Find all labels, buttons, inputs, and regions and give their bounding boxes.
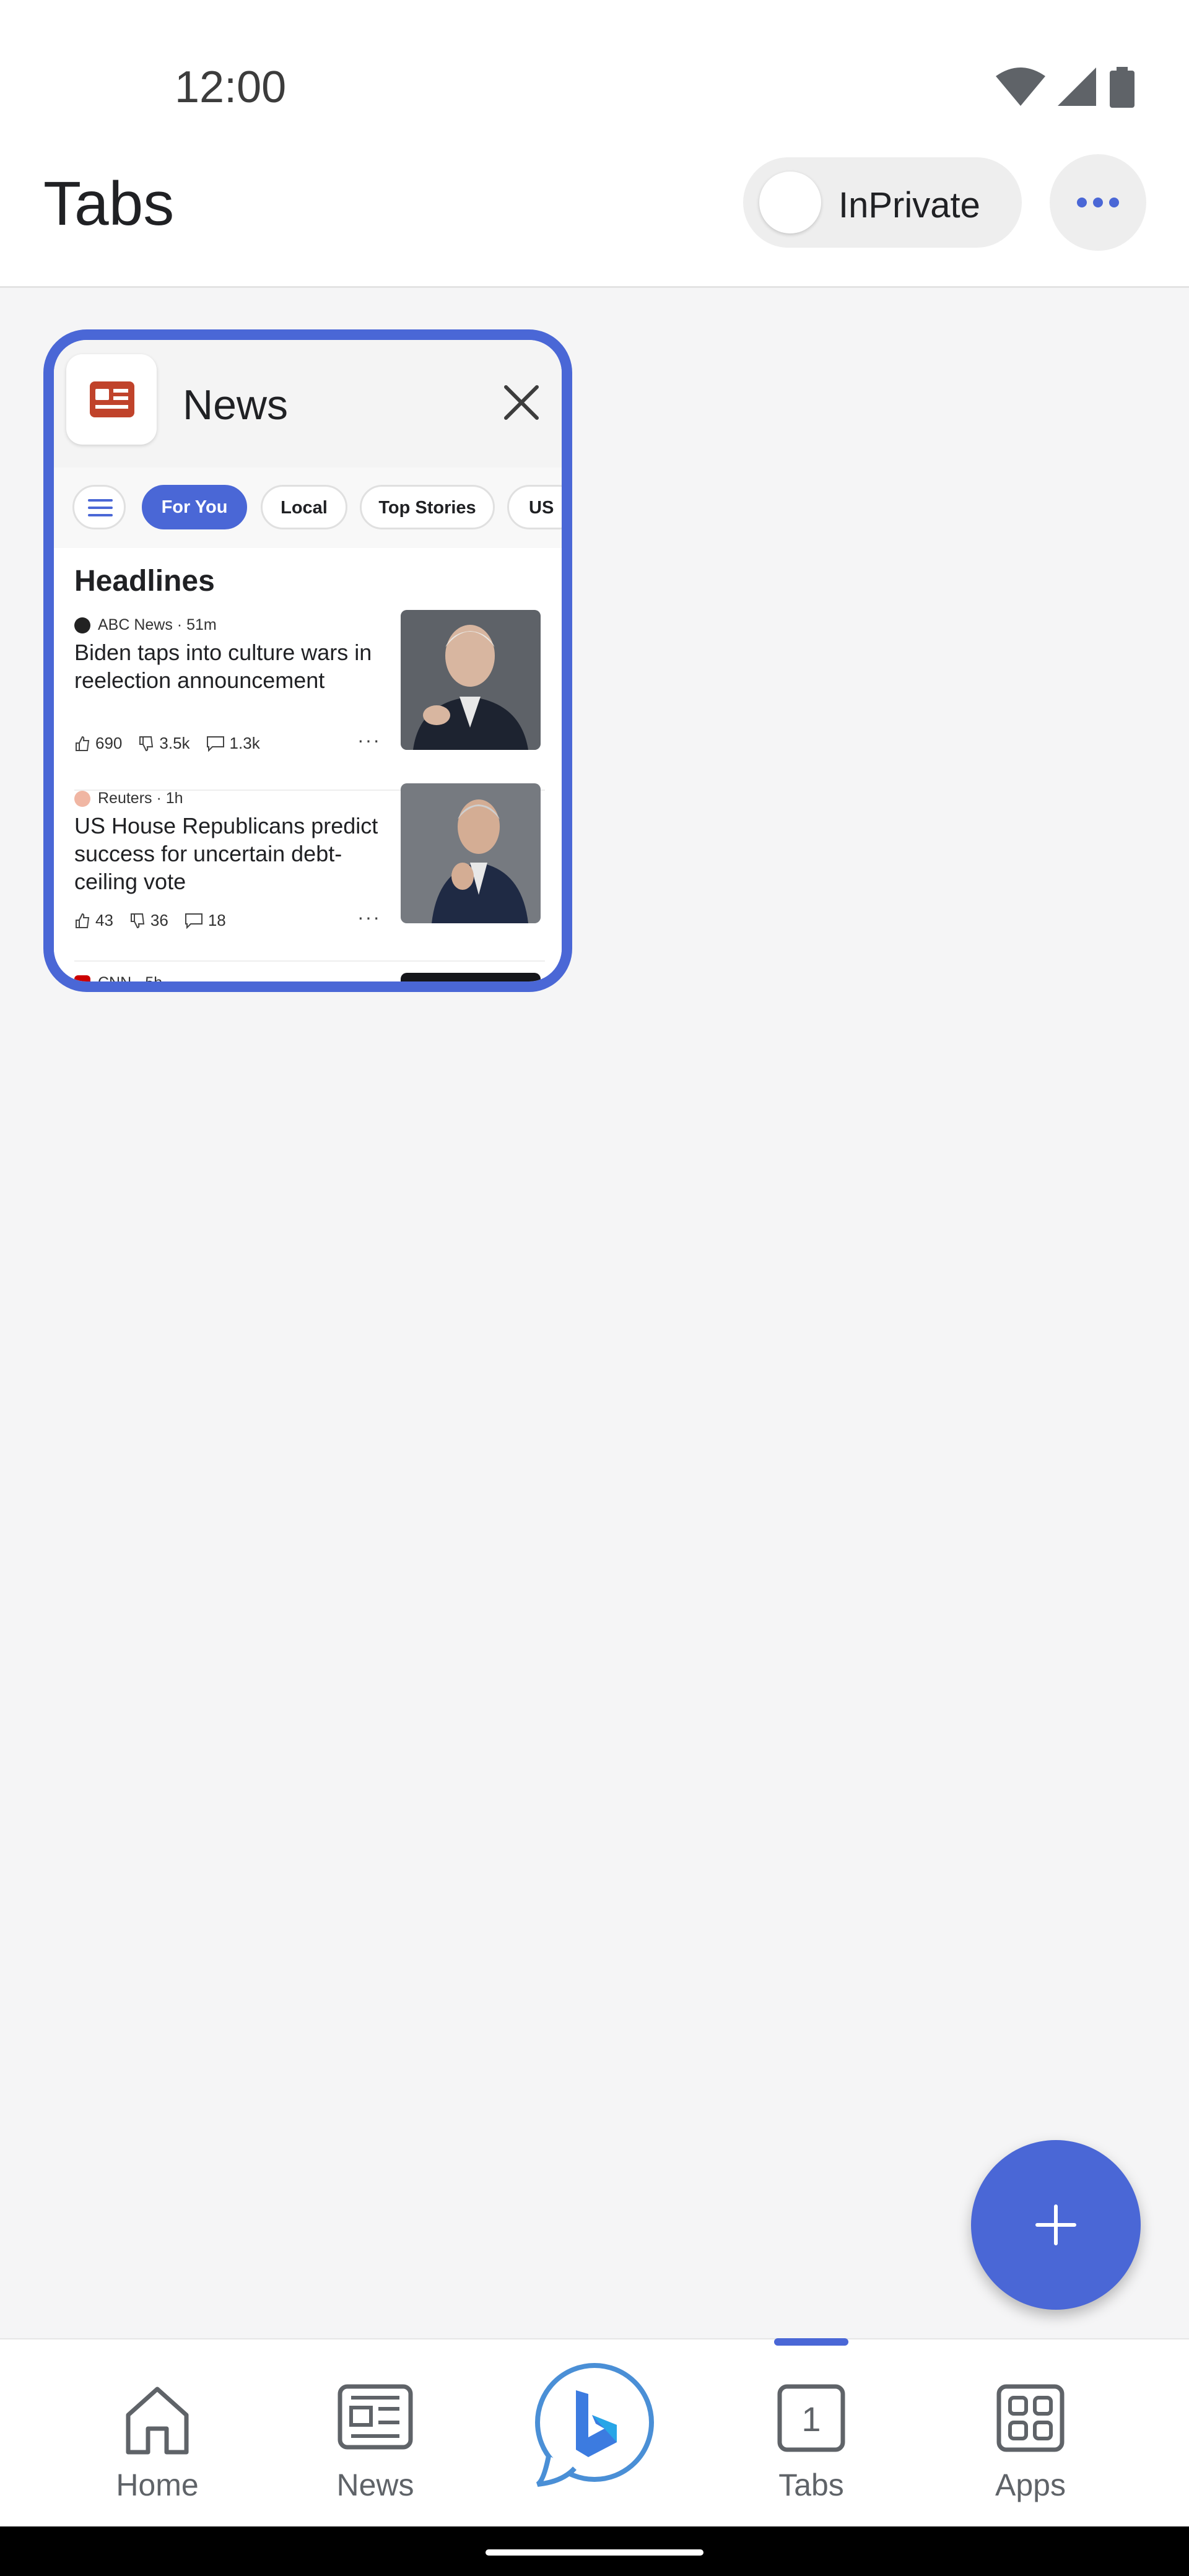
comment-icon (206, 736, 224, 752)
signal-icon (1058, 67, 1096, 106)
active-tab-indicator (774, 2338, 848, 2346)
news-icon (338, 2384, 413, 2450)
news-feed: Headlines ABC News · 51m Biden taps into… (54, 548, 562, 991)
story-source-text: CNN · 5h (98, 974, 163, 991)
close-icon[interactable] (500, 381, 543, 424)
news-story[interactable]: ABC News · 51m Biden taps into culture w… (54, 610, 562, 790)
like-value: 43 (95, 911, 113, 929)
status-icons (996, 67, 1135, 108)
dislike-value: 36 (150, 911, 168, 929)
story-thumbnail (401, 973, 541, 981)
story-reactions: 43 36 18 (74, 911, 226, 930)
inprivate-toggle[interactable]: InPrivate (743, 157, 1022, 248)
story-more-icon[interactable]: ··· (357, 729, 381, 752)
nav-label-home: Home (116, 2468, 199, 2502)
wifi-icon (996, 67, 1045, 106)
topic-chip-for-you[interactable]: For You (142, 485, 247, 529)
more-options-button[interactable] (1050, 154, 1146, 251)
page-title: Tabs (43, 169, 175, 238)
comment-icon (185, 913, 203, 929)
new-tab-button[interactable] (971, 2140, 1141, 2310)
nav-label-tabs: Tabs (778, 2468, 844, 2502)
story-source-text: Reuters · 1h (98, 790, 183, 807)
cnn-logo-icon (74, 975, 90, 981)
like-count: 690 (74, 734, 122, 753)
site-favicon (66, 354, 157, 445)
nav-item-news[interactable]: News (307, 2339, 443, 2528)
home-icon (126, 2387, 189, 2455)
dislike-value: 3.5k (159, 734, 190, 752)
apps-grid-icon (996, 2384, 1065, 2452)
tab-title: News (183, 381, 289, 429)
news-story[interactable]: Reuters · 1h US House Republicans predic… (54, 783, 562, 963)
topic-chip-local[interactable]: Local (261, 485, 347, 529)
inprivate-label: InPrivate (838, 185, 980, 225)
story-thumbnail (401, 783, 541, 923)
like-count: 43 (74, 911, 113, 930)
thumbs-up-icon (76, 736, 90, 751)
nav-label-apps: Apps (995, 2468, 1066, 2502)
like-value: 690 (95, 734, 123, 752)
topic-bar: For You Local Top Stories US (54, 468, 562, 549)
topics-menu-button[interactable] (72, 485, 126, 529)
nav-item-bing-chat[interactable] (525, 2339, 661, 2528)
news-story[interactable]: CNN · 5h (54, 973, 562, 991)
section-title: Headlines (74, 565, 215, 598)
dislike-count: 3.5k (138, 734, 190, 753)
tabs-counter-icon: 1 (777, 2384, 845, 2452)
nav-item-home[interactable]: Home (89, 2339, 225, 2528)
toggle-knob (759, 172, 821, 233)
topic-chip-us[interactable]: US (507, 485, 562, 529)
nav-item-tabs[interactable]: 1 Tabs (743, 2339, 879, 2528)
topic-chip-top-stories[interactable]: Top Stories (360, 485, 495, 529)
tab-count: 1 (801, 2400, 821, 2439)
hamburger-icon (88, 499, 113, 516)
bottom-navigation: Home News 1 Tabs Apps (0, 2338, 1189, 2528)
plus-icon (1035, 2204, 1076, 2245)
bing-chat-icon (535, 2363, 654, 2487)
abc-news-logo-icon (74, 617, 90, 633)
story-headline: Biden taps into culture wars in reelecti… (74, 640, 372, 693)
reuters-logo-icon (74, 790, 90, 807)
story-source-text: ABC News · 51m (98, 616, 217, 633)
comment-value: 1.3k (229, 734, 260, 752)
more-horizontal-icon (1077, 198, 1119, 207)
comment-count: 1.3k (206, 734, 260, 753)
comment-count: 18 (185, 911, 226, 930)
tab-card-header: News (54, 340, 562, 469)
home-gesture-handle[interactable] (486, 2549, 703, 2556)
story-source: CNN · 5h (74, 974, 163, 991)
story-more-icon[interactable]: ··· (357, 906, 381, 929)
thumbs-up-icon (76, 913, 90, 928)
tab-card-news[interactable]: News For You Local Top Stories US Headli… (43, 329, 572, 992)
dislike-count: 36 (129, 911, 168, 930)
thumbs-down-icon (139, 736, 154, 751)
story-source: Reuters · 1h (74, 790, 183, 807)
battery-icon (1110, 67, 1135, 108)
story-source: ABC News · 51m (74, 616, 217, 634)
nav-label-news: News (336, 2468, 414, 2502)
story-thumbnail (401, 610, 541, 750)
story-reactions: 690 3.5k 1.3k (74, 734, 260, 753)
nav-item-apps[interactable]: Apps (962, 2339, 1099, 2528)
status-time: 12:00 (175, 63, 287, 112)
news-icon (90, 381, 134, 417)
thumbs-down-icon (130, 913, 145, 928)
top-bar: 12:00 Tabs InPrivate (0, 0, 1189, 288)
comment-value: 18 (207, 911, 226, 929)
divider (74, 960, 545, 962)
story-headline: US House Republicans predict success for… (74, 813, 378, 894)
